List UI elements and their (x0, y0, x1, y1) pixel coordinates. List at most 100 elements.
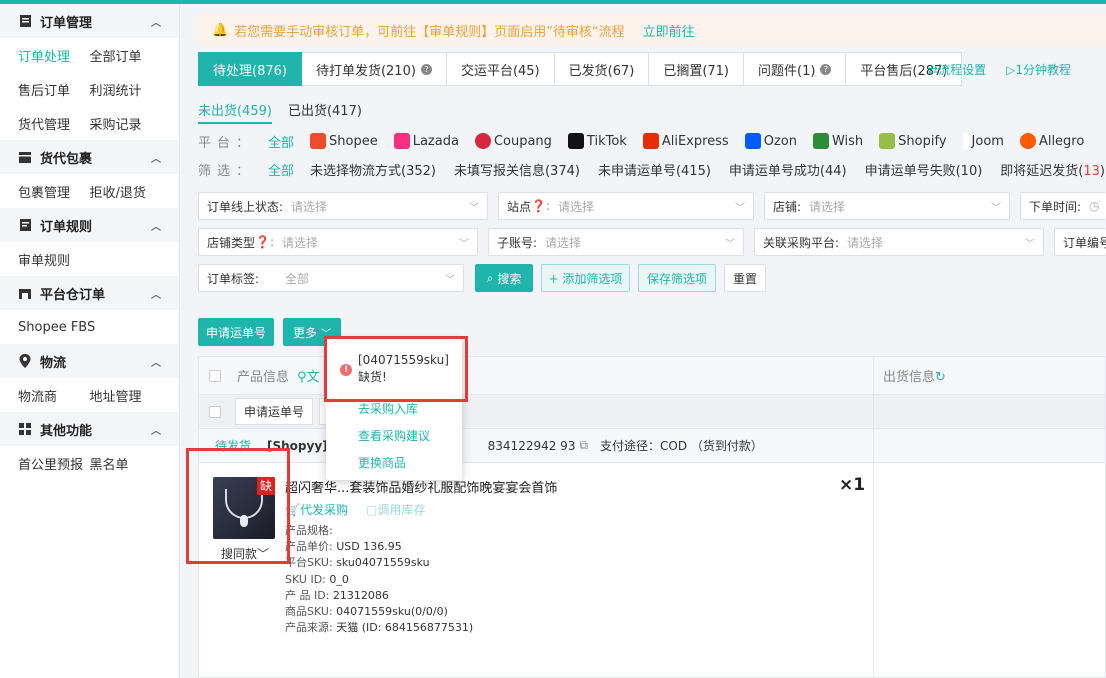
sidebar-item-profit[interactable]: 利润统计 (90, 80, 162, 99)
subtab-shipped[interactable]: 已出货(417) (288, 100, 362, 124)
sidebar-section-rules[interactable]: 订单规则 ︿ (0, 208, 179, 242)
sidebar-item-purchase-records[interactable]: 采购记录 (90, 114, 162, 133)
sidebar-item-carriers[interactable]: 物流商 (18, 386, 90, 405)
sidebar-item-blacklist[interactable]: 黑名单 (90, 454, 162, 473)
joom-icon (962, 133, 969, 149)
tab-shelved[interactable]: 已搁置(71) (649, 52, 744, 86)
copy-icon[interactable]: ⧉ (579, 438, 588, 453)
platform-shopify[interactable]: Shopify (879, 133, 947, 149)
purchase-platform-select[interactable]: 关联采购平台: 请选择 ﹀ (754, 228, 1044, 256)
spec-row: 产品来源: 天猫 (ID: 684156877531) (285, 620, 473, 636)
sidebar-section-warehouse[interactable]: 平台仓订单 ︿ (0, 276, 179, 310)
order-tag-select[interactable]: 订单标签: 全部 ﹀ (198, 264, 464, 292)
notice-banner: 🔔 若您需要手动审核订单，可前往【审单规则】页面启用”待审核“流程 立即前往 (198, 14, 1106, 46)
apply-waybill-button[interactable]: 申请运单号 (198, 318, 274, 346)
field-label: 站点 (507, 199, 532, 214)
platform-all[interactable]: 全部 (268, 132, 294, 151)
sidebar-item-addresses[interactable]: 地址管理 (90, 386, 162, 405)
sidebar-item-all-orders[interactable]: 全部订单 (90, 46, 162, 65)
sidebar-section-other[interactable]: 其他功能 ︿ (0, 412, 179, 446)
go-purchase-link[interactable]: 去采购入库 (358, 400, 418, 417)
platform-aliexpress[interactable]: AliExpress (642, 133, 729, 149)
platform-coupang[interactable]: Coupang (474, 133, 552, 149)
help-icon[interactable]: ? (820, 63, 832, 75)
bulk-apply-waybill-button[interactable]: 申请运单号 (235, 398, 314, 425)
dropship-purchase-link[interactable]: 🛒代发采购 (285, 501, 348, 518)
filter-no-waybill[interactable]: 未申请运单号(415) (598, 160, 711, 179)
col-label: 出货信息 (883, 370, 936, 385)
spec-key: 产品来源: (285, 621, 333, 635)
flow-settings-link[interactable]: ⇄流程设置 (928, 61, 986, 78)
spec-row: 商品SKU: 04071559sku(0/0/0) (285, 604, 473, 620)
help-icon[interactable]: ? (420, 63, 432, 75)
add-filter-button[interactable]: + 添加筛选项 (541, 264, 630, 292)
placeholder: 请选择 (545, 235, 582, 250)
sidebar-item-aftersales[interactable]: 售后订单 (18, 80, 90, 99)
location-icon (18, 354, 32, 368)
field-label: 订单编号 (1063, 235, 1106, 250)
tiktok-icon (567, 133, 584, 149)
notice-text: 若您需要手动审核订单，可前往【审单规则】页面启用”待审核“流程 (234, 24, 625, 40)
button-label: 更多 (292, 325, 317, 340)
chevron-down-icon: ﹀ (735, 202, 745, 214)
field-label: 关联采购平台: (763, 235, 840, 250)
sub-account-select[interactable]: 子账号: 请选择 ﹀ (488, 228, 744, 256)
sidebar-item-review-rules[interactable]: 审单规则 (18, 250, 108, 269)
spec-key: SKU ID: (285, 572, 326, 586)
tab-shipped[interactable]: 已发货(67) (554, 52, 650, 86)
tab-problem[interactable]: 问题件(1)? (744, 52, 847, 86)
order-time-picker[interactable]: 下单时间: ◷ (1020, 192, 1106, 220)
filter-waybill-failed[interactable]: 申请运单号失败(10) (865, 160, 983, 179)
tutorial-link[interactable]: ▷1分钟教程 (1006, 61, 1071, 78)
platform-allegro[interactable]: Allegro (1019, 133, 1084, 149)
shop-select[interactable]: 店铺: 请选择 ﹀ (764, 192, 1010, 220)
online-status-select[interactable]: 订单线上状态: 请选择 ﹀ (198, 192, 488, 220)
subtab-unshipped[interactable]: 未出货(459) (198, 100, 272, 124)
platform-tiktok[interactable]: TikTok (567, 133, 627, 149)
notice-go-link[interactable]: 立即前往 (643, 21, 695, 40)
use-stock-link[interactable]: ▢调用库存 (366, 501, 425, 518)
sidebar-item-first-mile[interactable]: 首公里预报 (18, 454, 90, 473)
text-mode-toggle[interactable]: ⚲文 (297, 366, 320, 385)
sidebar-section-packages[interactable]: 货代包裹 ︿ (0, 140, 179, 174)
sidebar-section-order-management[interactable]: 订单管理 ︿ (0, 4, 179, 38)
order-number-input[interactable]: 订单编号 (1054, 228, 1106, 256)
column-divider (873, 357, 874, 678)
platform-lazada[interactable]: Lazada (393, 133, 459, 149)
help-icon: ❓: (255, 235, 274, 249)
select-page-checkbox[interactable] (209, 405, 221, 418)
search-button[interactable]: ⌕ 搜索 (475, 264, 533, 292)
filter-no-logistics[interactable]: 未选择物流方式(352) (310, 160, 436, 179)
view-purchase-suggestion-link[interactable]: 查看采购建议 (358, 427, 430, 444)
chevron-down-icon: ﹀ (459, 238, 469, 250)
tab-pending[interactable]: 待处理(876) (198, 52, 302, 86)
sidebar-item-shopee-fbs[interactable]: Shopee FBS (18, 320, 158, 335)
replace-product-link[interactable]: 更换商品 (358, 454, 406, 471)
platform-name: Joom (971, 133, 1004, 149)
tab-label: 已发货(67) (568, 63, 635, 79)
order-icon (18, 14, 32, 28)
screen-all[interactable]: 全部 (268, 160, 294, 179)
tab-handover[interactable]: 交运平台(45) (446, 52, 555, 86)
link-label: 代发采购 (299, 503, 348, 517)
sidebar-item-forwarder[interactable]: 货代管理 (18, 114, 90, 133)
save-filter-button[interactable]: 保存筛选项 (638, 264, 716, 292)
reset-button[interactable]: 重置 (724, 264, 766, 292)
filter-delay-soon[interactable]: 即将延迟发货(13) (1000, 160, 1105, 179)
platform-shopee[interactable]: Shopee (310, 133, 378, 149)
platform-ozon[interactable]: Ozon (744, 133, 797, 149)
wish-icon (812, 133, 829, 149)
platform-wish[interactable]: Wish (812, 133, 863, 149)
sidebar-item-package-management[interactable]: 包裹管理 (18, 182, 90, 201)
site-select[interactable]: 站点 ❓: 请选择 ﹀ (498, 192, 754, 220)
shop-type-select[interactable]: 店铺类型 ❓: 请选择 ﹀ (198, 228, 478, 256)
sidebar-section-logistics[interactable]: 物流 ︿ (0, 344, 179, 378)
platform-joom[interactable]: Joom (962, 133, 1004, 149)
sidebar-item-order-processing[interactable]: 订单处理 (18, 46, 90, 65)
filter-no-customs[interactable]: 未填写报关信息(374) (454, 160, 580, 179)
tab-to-print[interactable]: 待打单发货(210)? (301, 52, 447, 86)
select-all-checkbox[interactable] (209, 369, 221, 382)
refresh-icon[interactable]: ↻ (935, 370, 946, 385)
sidebar-item-returns[interactable]: 拒收/退货 (90, 182, 162, 201)
filter-waybill-success[interactable]: 申请运单号成功(44) (729, 160, 847, 179)
